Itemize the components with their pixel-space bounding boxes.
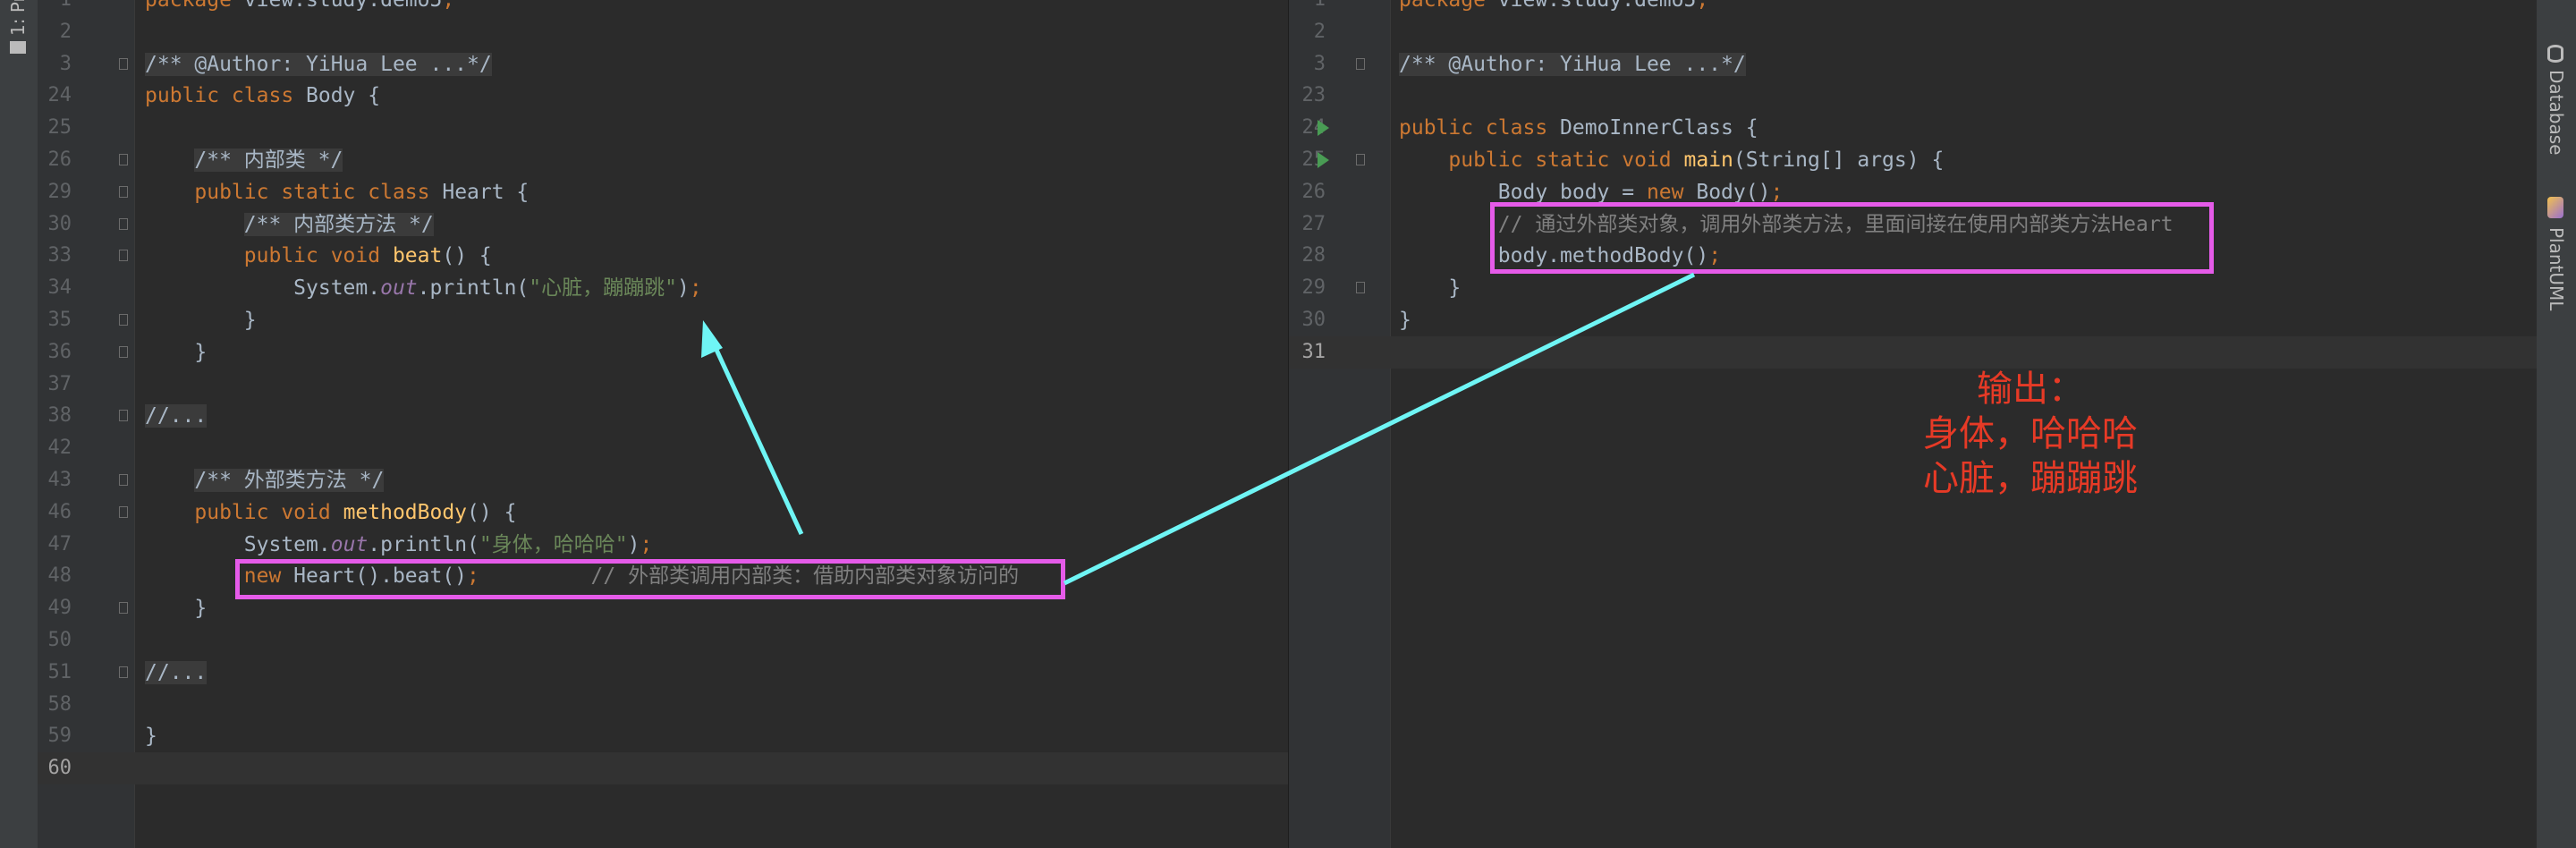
- connector-line: [1063, 272, 1696, 586]
- output-title: 输出：: [1977, 369, 2084, 410]
- arrow-to-println-heart: [708, 336, 804, 536]
- output-line: 身体，哈哈哈: [1923, 413, 2138, 454]
- output-line: 心脏，蹦蹦跳: [1923, 458, 2138, 499]
- output-annotation: 输出： 身体，哈哈哈 心脏，蹦蹦跳: [1852, 367, 2209, 501]
